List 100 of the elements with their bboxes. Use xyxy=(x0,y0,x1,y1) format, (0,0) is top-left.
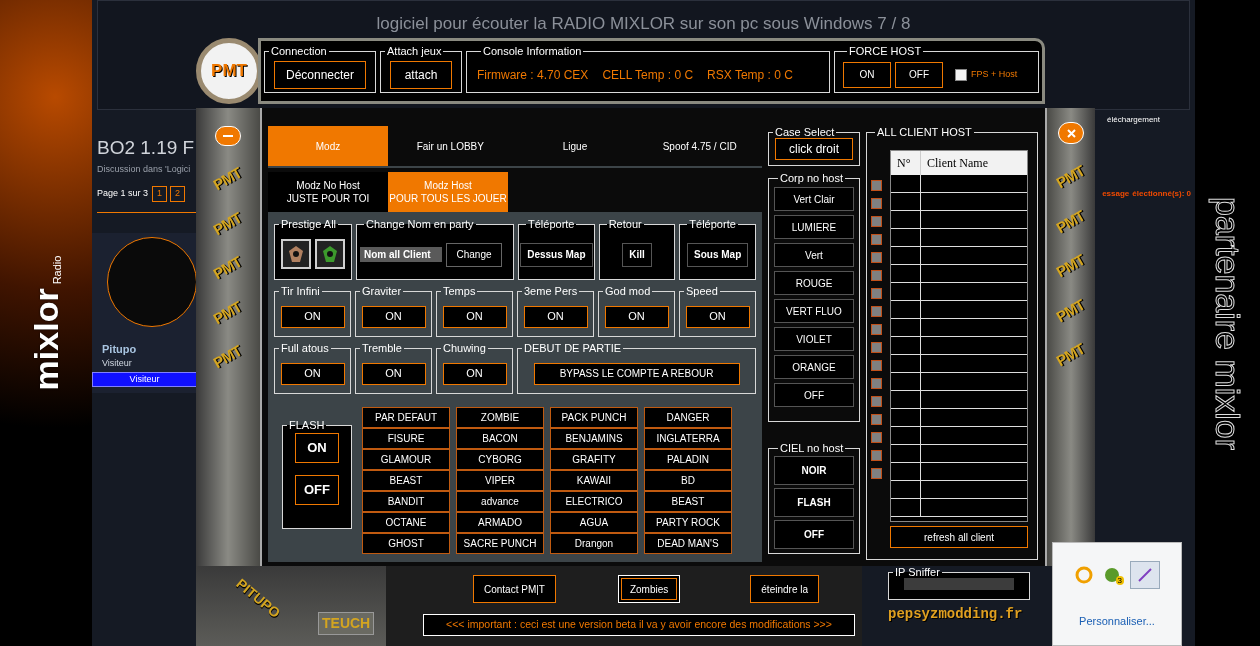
client-checkbox[interactable] xyxy=(871,216,882,227)
camo-button[interactable]: GRAFITY xyxy=(550,449,638,470)
attach-button[interactable]: attach xyxy=(390,60,452,89)
color-button[interactable]: ORANGE xyxy=(774,355,854,379)
toggle-button[interactable]: ON xyxy=(442,305,507,328)
emblem-button[interactable] xyxy=(315,238,345,269)
camo-button[interactable]: BACON xyxy=(456,428,544,449)
camo-button[interactable]: PACK PUNCH xyxy=(550,407,638,428)
on-off-button[interactable]: OFF xyxy=(295,475,339,505)
camo-button[interactable]: Drangon xyxy=(550,533,638,554)
client-checkbox[interactable] xyxy=(871,414,882,425)
bottom-button[interactable]: Zombies xyxy=(617,575,681,603)
camo-button[interactable]: BEAST xyxy=(644,491,732,512)
toggle-button[interactable]: ON xyxy=(604,305,669,328)
ring-icon[interactable] xyxy=(1074,565,1094,585)
bypass-button[interactable]: BYPASS LE COMPTE A REBOUR xyxy=(533,362,740,385)
minimize-button[interactable] xyxy=(215,126,241,146)
emblem-button[interactable] xyxy=(281,238,311,269)
camo-button[interactable]: DANGER xyxy=(644,407,732,428)
client-checkbox[interactable] xyxy=(871,378,882,389)
subtab[interactable]: Modz No Host JUSTE POUR TOI xyxy=(268,172,388,212)
color-button[interactable]: VIOLET xyxy=(774,327,854,351)
client-checkbox[interactable] xyxy=(871,180,882,191)
force-host-button[interactable]: ON xyxy=(843,61,891,88)
camo-button[interactable]: BD xyxy=(644,470,732,491)
camo-button[interactable]: SACRE PUNCH xyxy=(456,533,544,554)
on-off-button[interactable]: ON xyxy=(295,433,339,463)
action-button[interactable]: Dessus Map xyxy=(520,242,593,267)
change-button[interactable]: Change xyxy=(446,242,502,267)
camo-button[interactable]: KAWAII xyxy=(550,470,638,491)
camo-button[interactable]: FISURE xyxy=(362,428,450,449)
group-title: FLASH xyxy=(288,419,326,431)
camo-button[interactable]: VIPER xyxy=(456,470,544,491)
force-host-button[interactable]: OFF xyxy=(895,61,943,88)
client-checkbox[interactable] xyxy=(871,432,882,443)
toggle-button[interactable]: ON xyxy=(523,305,588,328)
client-checkbox[interactable] xyxy=(871,450,882,461)
toggle-button[interactable]: ON xyxy=(280,362,345,385)
client-checkbox[interactable] xyxy=(871,360,882,371)
camo-button[interactable]: DEAD MAN'S xyxy=(644,533,732,554)
toggle-button[interactable]: ON xyxy=(361,362,426,385)
camo-button[interactable]: OCTANE xyxy=(362,512,450,533)
download-link[interactable]: éléchargement xyxy=(1107,114,1160,126)
toggle-button[interactable]: ON xyxy=(685,305,750,328)
toggle-button[interactable]: ON xyxy=(361,305,426,328)
client-checkbox[interactable] xyxy=(871,234,882,245)
color-button[interactable]: Vert Clair xyxy=(774,187,854,211)
camo-button[interactable]: BEAST xyxy=(362,470,450,491)
sky-button[interactable]: NOIR xyxy=(774,456,854,485)
camo-button[interactable]: CYBORG xyxy=(456,449,544,470)
color-button[interactable]: ROUGE xyxy=(774,271,854,295)
color-button[interactable]: OFF xyxy=(774,383,854,407)
camo-button[interactable]: BANDIT xyxy=(362,491,450,512)
client-checkbox[interactable] xyxy=(871,288,882,299)
camo-button[interactable]: BENJAMINS xyxy=(550,428,638,449)
sky-button[interactable]: FLASH xyxy=(774,488,854,517)
client-checkbox[interactable] xyxy=(871,252,882,263)
page-link[interactable]: 1 xyxy=(152,186,168,202)
name-input-field[interactable]: Nom all Client xyxy=(360,247,442,262)
camo-button[interactable]: advance xyxy=(456,491,544,512)
click-button[interactable]: click droit xyxy=(775,138,853,160)
disconnect-button[interactable]: Déconnecter xyxy=(274,60,366,89)
refresh-button[interactable]: refresh all client xyxy=(890,526,1028,548)
color-button[interactable]: VERT FLUO xyxy=(774,299,854,323)
client-checkbox[interactable] xyxy=(871,468,882,479)
client-checkbox[interactable] xyxy=(871,270,882,281)
toggle-button[interactable]: ON xyxy=(442,362,507,385)
fps-host-checkbox[interactable] xyxy=(955,68,967,81)
client-checkbox[interactable] xyxy=(871,306,882,317)
client-checkbox[interactable] xyxy=(871,396,882,407)
camo-button[interactable]: GLAMOUR xyxy=(362,449,450,470)
client-checkbox[interactable] xyxy=(871,198,882,209)
color-button[interactable]: Vert xyxy=(774,243,854,267)
client-checkbox[interactable] xyxy=(871,324,882,335)
bottom-button[interactable]: éteindre la xyxy=(750,575,819,603)
camo-button[interactable]: PALADIN xyxy=(644,449,732,470)
close-button[interactable] xyxy=(1058,122,1084,144)
tray-icon-tile[interactable] xyxy=(1130,561,1160,589)
selection-text: électionné(s): 0 xyxy=(1132,187,1191,200)
camo-button[interactable]: ARMADO xyxy=(456,512,544,533)
ip-input-field[interactable] xyxy=(904,578,1014,590)
camo-button[interactable]: ZOMBIE xyxy=(456,407,544,428)
camo-button[interactable]: GHOST xyxy=(362,533,450,554)
camo-button[interactable]: INGLATERRA xyxy=(644,428,732,449)
camo-button[interactable]: PAR DEFAUT xyxy=(362,407,450,428)
customize-link[interactable]: Personnaliser... xyxy=(1079,613,1155,630)
tab[interactable]: Spoof 4.75 / CID xyxy=(637,126,762,166)
tab[interactable]: Ligue xyxy=(512,126,638,166)
color-button[interactable]: LUMIERE xyxy=(774,215,854,239)
camo-button[interactable]: PARTY ROCK xyxy=(644,512,732,533)
page-link[interactable]: 2 xyxy=(170,186,186,202)
camo-button[interactable]: ELECTRICO xyxy=(550,491,638,512)
toggle-button[interactable]: ON xyxy=(280,305,345,328)
action-button[interactable]: Sous Map xyxy=(687,242,749,267)
action-button[interactable]: Kill xyxy=(622,242,652,267)
sky-button[interactable]: OFF xyxy=(774,520,854,549)
tab[interactable]: Fair un LOBBY xyxy=(388,126,513,166)
bottom-button[interactable]: Contact PM|T xyxy=(473,575,556,603)
camo-button[interactable]: AGUA xyxy=(550,512,638,533)
client-checkbox[interactable] xyxy=(871,342,882,353)
